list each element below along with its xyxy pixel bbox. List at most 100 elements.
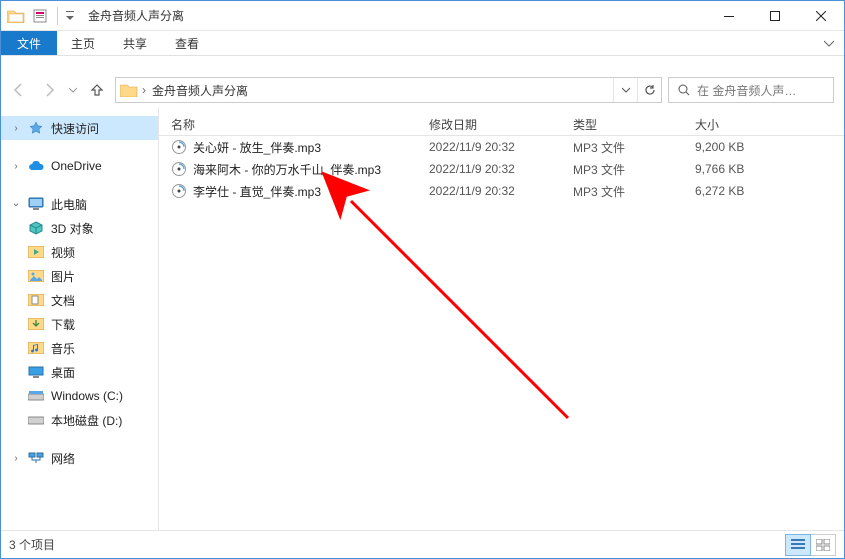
nav-label: 本地磁盘 (D:) — [51, 412, 122, 429]
file-list-area: 名称 修改日期 类型 大小 关心妍 - 放生_伴奏.mp3 2022/11/9 2… — [159, 108, 844, 530]
ribbon-file-tab[interactable]: 文件 — [1, 31, 57, 55]
file-name: 李学仕 - 直觉_伴奏.mp3 — [193, 183, 321, 200]
nav-downloads[interactable]: 下载 — [1, 312, 158, 336]
nav-label: 网络 — [51, 450, 75, 467]
status-item-count: 3 个项目 — [9, 536, 55, 553]
nav-label: 3D 对象 — [51, 220, 94, 237]
folder-icon — [5, 5, 27, 27]
nav-forward-button[interactable] — [37, 78, 61, 102]
file-row[interactable]: 海来阿木 - 你的万水千山_伴奏.mp3 2022/11/9 20:32MP3 文… — [159, 158, 844, 180]
nav-label: 桌面 — [51, 364, 75, 381]
nav-label: 音乐 — [51, 340, 75, 357]
properties-icon[interactable] — [29, 5, 51, 27]
nav-pictures[interactable]: 图片 — [1, 264, 158, 288]
view-large-icons-button[interactable] — [810, 534, 836, 556]
nav-music[interactable]: 音乐 — [1, 336, 158, 360]
file-size: 6,272 KB — [683, 184, 793, 198]
col-name[interactable]: 名称 — [159, 116, 417, 133]
nav-label: 快速访问 — [51, 120, 99, 137]
chevron-right-icon[interactable]: › — [11, 161, 21, 172]
chevron-right-icon[interactable]: › — [11, 453, 21, 464]
nav-back-button[interactable] — [7, 78, 31, 102]
file-size: 9,766 KB — [683, 162, 793, 176]
audio-file-icon — [171, 139, 187, 155]
chevron-down-icon[interactable]: ⌄ — [11, 198, 21, 209]
nav-label: 下载 — [51, 316, 75, 333]
file-rows: 关心妍 - 放生_伴奏.mp32022/11/9 20:32MP3 文件9,20… — [159, 136, 844, 202]
cloud-icon — [27, 157, 45, 175]
drive-icon — [27, 387, 45, 405]
star-icon — [27, 119, 45, 137]
file-name: 关心妍 - 放生_伴奏.mp3 — [193, 139, 321, 156]
nav-onedrive[interactable]: › OneDrive — [1, 154, 158, 178]
audio-file-icon — [171, 161, 187, 177]
nav-label: 文档 — [51, 292, 75, 309]
title-bar: 金舟音频人声分离 — [1, 1, 844, 31]
video-folder-icon — [27, 243, 45, 261]
file-date: 2022/11/9 20:32 — [417, 162, 561, 176]
file-name: 海来阿木 - 你的万水千山_伴奏.mp3 — [193, 161, 381, 178]
nav-label: OneDrive — [51, 159, 102, 173]
drive-icon — [27, 411, 45, 429]
nav-up-button[interactable] — [85, 78, 109, 102]
file-row[interactable]: 李学仕 - 直觉_伴奏.mp3 2022/11/9 20:32MP3 文件6,27… — [159, 180, 844, 202]
nav-drive-d[interactable]: 本地磁盘 (D:) — [1, 408, 158, 432]
file-date: 2022/11/9 20:32 — [417, 184, 561, 198]
ribbon-tabs: 文件 主页 共享 查看 — [1, 31, 844, 56]
cube-icon — [27, 219, 45, 237]
nav-tree: › 快速访问 › OneDrive ⌄ 此电脑 — [1, 108, 159, 530]
file-type: MP3 文件 — [561, 183, 683, 200]
body-split: › 快速访问 › OneDrive ⌄ 此电脑 — [1, 108, 844, 530]
nav-network[interactable]: › 网络 — [1, 446, 158, 470]
ribbon-tab-share[interactable]: 共享 — [109, 31, 161, 55]
address-dropdown-button[interactable] — [613, 78, 637, 102]
maximize-button[interactable] — [752, 1, 798, 31]
ribbon-tab-home[interactable]: 主页 — [57, 31, 109, 55]
refresh-button[interactable] — [637, 78, 661, 102]
nav-quick-access[interactable]: › 快速访问 — [1, 116, 158, 140]
qat-dropdown-icon[interactable] — [64, 5, 76, 27]
address-bar[interactable]: › 金舟音频人声分离 — [115, 77, 662, 103]
col-date[interactable]: 修改日期 — [417, 116, 561, 133]
music-folder-icon — [27, 339, 45, 357]
search-input[interactable]: 在 金舟音频人声… — [668, 77, 834, 103]
file-type: MP3 文件 — [561, 161, 683, 178]
minimize-button[interactable] — [706, 1, 752, 31]
ribbon-tab-view[interactable]: 查看 — [161, 31, 213, 55]
breadcrumb-folder[interactable]: 金舟音频人声分离 — [150, 82, 254, 99]
file-date: 2022/11/9 20:32 — [417, 140, 561, 154]
nav-documents[interactable]: 文档 — [1, 288, 158, 312]
col-type[interactable]: 类型 — [561, 116, 683, 133]
downloads-folder-icon — [27, 315, 45, 333]
audio-file-icon — [171, 183, 187, 199]
documents-folder-icon — [27, 291, 45, 309]
nav-desktop[interactable]: 桌面 — [1, 360, 158, 384]
window-title: 金舟音频人声分离 — [88, 7, 184, 24]
status-bar: 3 个项目 — [1, 530, 844, 558]
picture-folder-icon — [27, 267, 45, 285]
nav-videos[interactable]: 视频 — [1, 240, 158, 264]
column-header: 名称 修改日期 类型 大小 — [159, 108, 844, 136]
chevron-right-icon[interactable]: › — [11, 123, 21, 134]
file-row[interactable]: 关心妍 - 放生_伴奏.mp3 2022/11/9 20:32MP3 文件9,20… — [159, 136, 844, 158]
nav-label: 此电脑 — [51, 196, 87, 213]
nav-history-dropdown[interactable] — [67, 86, 79, 94]
view-details-button[interactable] — [785, 534, 811, 556]
nav-label: 视频 — [51, 244, 75, 261]
file-type: MP3 文件 — [561, 139, 683, 156]
pc-icon — [27, 195, 45, 213]
col-size[interactable]: 大小 — [683, 116, 793, 133]
explorer-window: 金舟音频人声分离 文件 主页 共享 查看 — [0, 0, 845, 559]
nav-row: › 金舟音频人声分离 在 金舟音频人声… — [1, 72, 844, 108]
nav-label: Windows (C:) — [51, 389, 123, 403]
nav-this-pc[interactable]: ⌄ 此电脑 — [1, 192, 158, 216]
nav-drive-c[interactable]: Windows (C:) — [1, 384, 158, 408]
search-icon — [675, 84, 693, 96]
file-size: 9,200 KB — [683, 140, 793, 154]
network-icon — [27, 449, 45, 467]
close-button[interactable] — [798, 1, 844, 31]
desktop-icon — [27, 363, 45, 381]
ribbon-expand-button[interactable] — [814, 31, 844, 55]
nav-3d-objects[interactable]: 3D 对象 — [1, 216, 158, 240]
search-placeholder: 在 金舟音频人声… — [697, 82, 827, 99]
